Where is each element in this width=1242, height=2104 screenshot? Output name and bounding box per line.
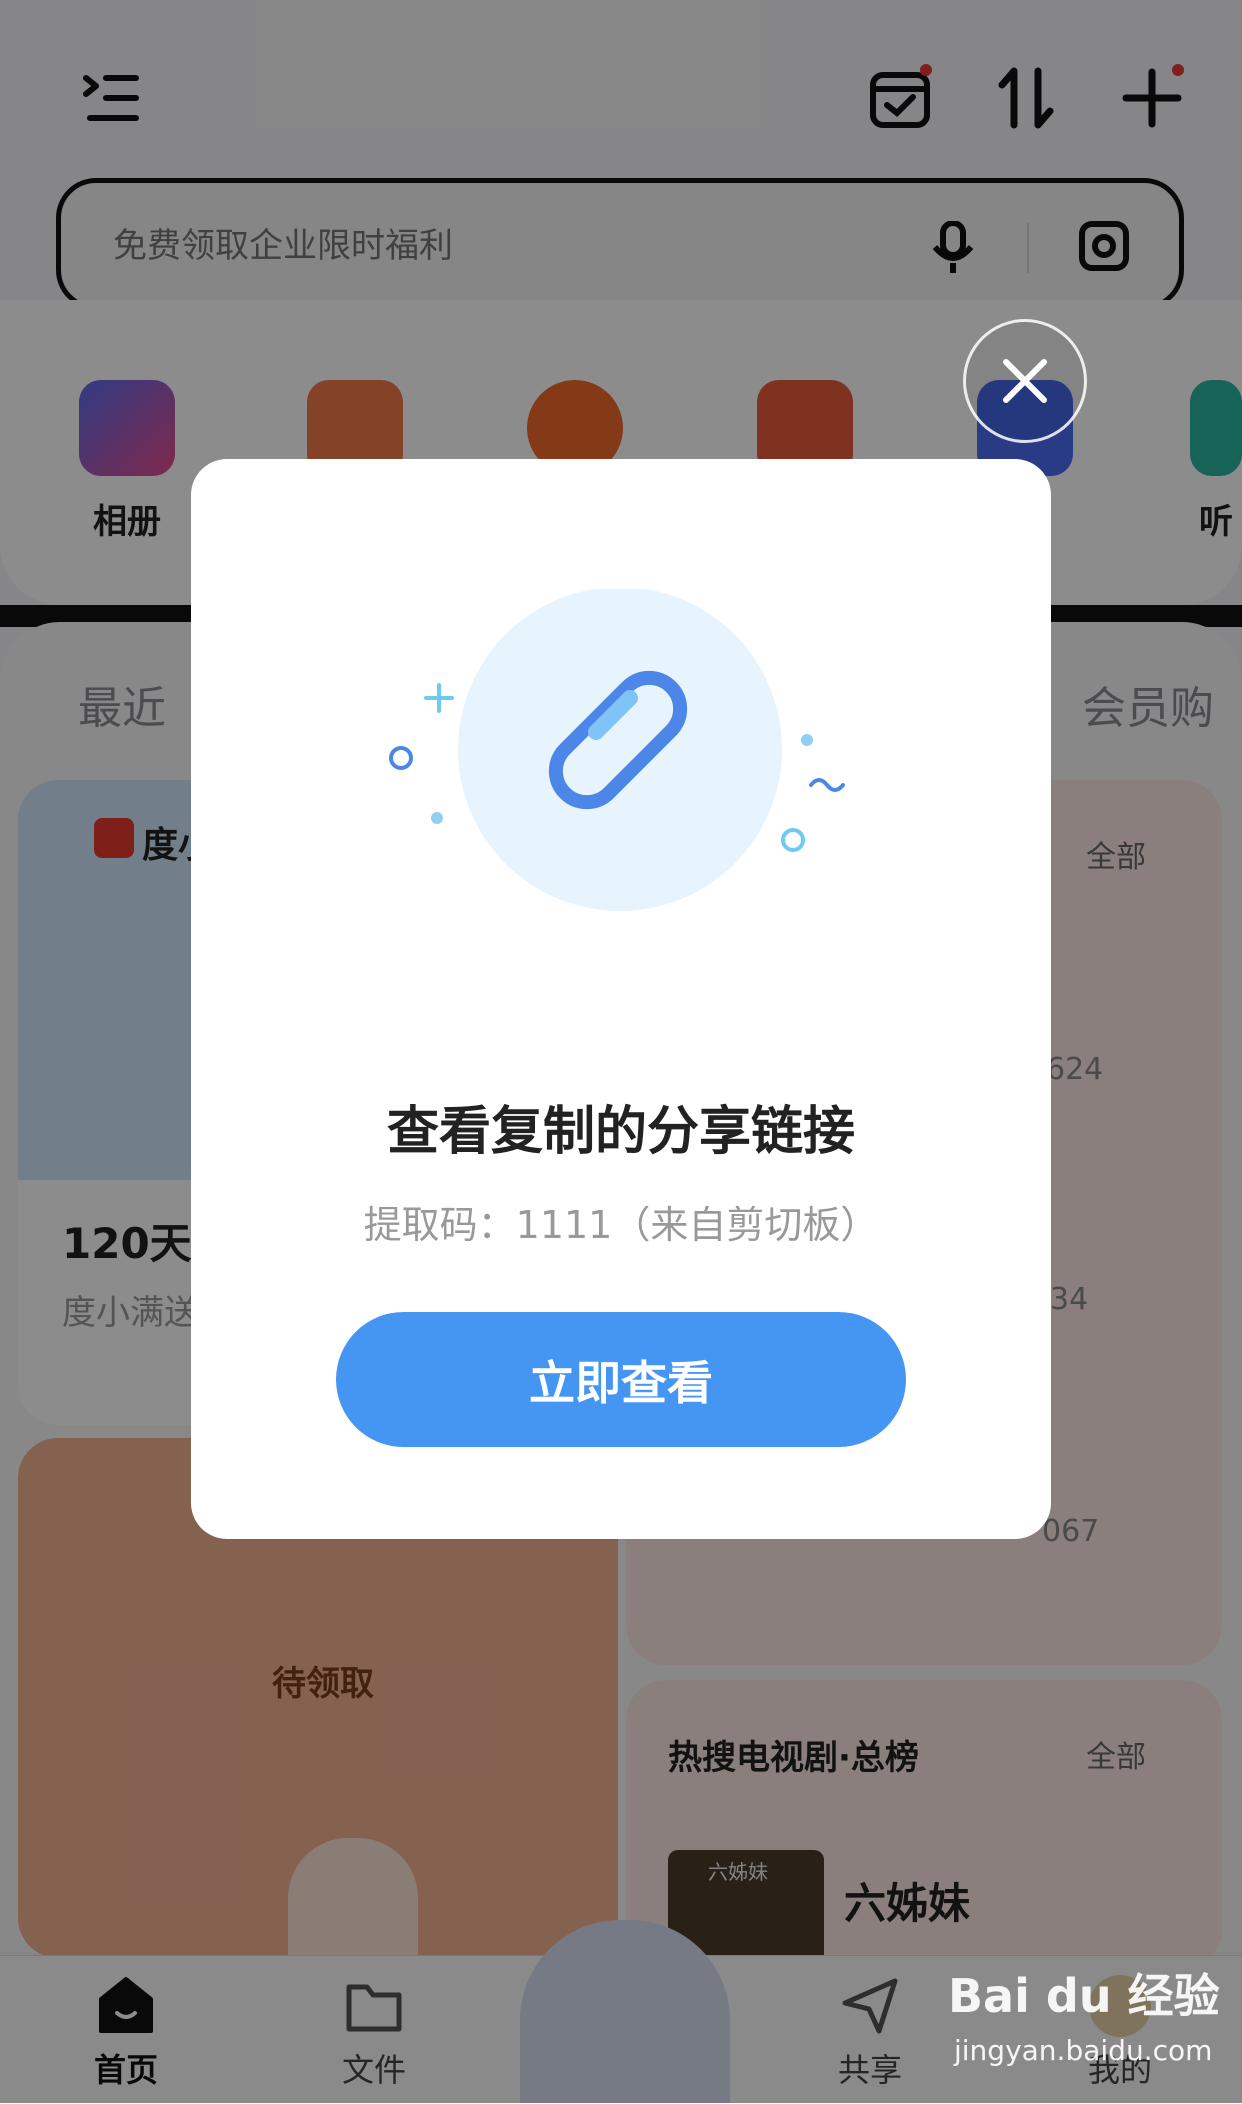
view-now-button[interactable]: 立即查看 xyxy=(336,1312,906,1447)
close-icon xyxy=(1003,359,1047,403)
close-button[interactable] xyxy=(963,319,1087,443)
watermark-url: jingyan.baidu.com xyxy=(954,2034,1213,2067)
share-link-dialog: 查看复制的分享链接 提取码：1111（来自剪切板） 立即查看 xyxy=(191,459,1051,1539)
baidu-watermark: Bai du 经验 jingyan.baidu.com xyxy=(948,1960,1238,2090)
link-illustration xyxy=(191,587,1051,933)
dialog-title: 查看复制的分享链接 xyxy=(386,1102,855,1162)
watermark-brand: Bai du 经验 xyxy=(948,1969,1220,2023)
dialog-subtitle: 提取码：1111（来自剪切板） xyxy=(363,1203,879,1247)
